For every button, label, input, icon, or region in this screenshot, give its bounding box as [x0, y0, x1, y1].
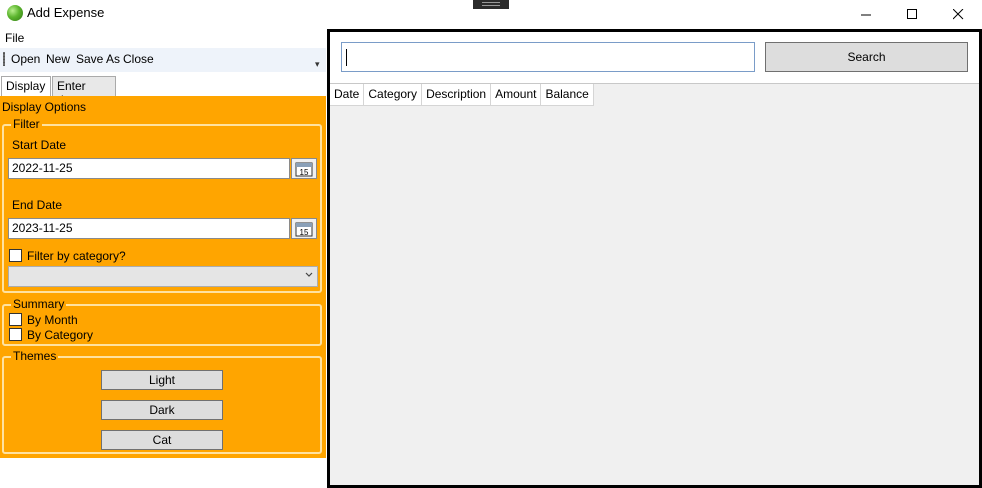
filter-category-label[interactable]: Filter by category? [27, 249, 126, 263]
search-button[interactable]: Search [765, 42, 968, 72]
end-date-label: End Date [12, 198, 63, 212]
toolbar-grip-icon[interactable] [3, 52, 5, 66]
toolbar-overflow-icon[interactable]: ▾ [315, 59, 320, 70]
close-window-button[interactable] [935, 0, 981, 28]
by-category-label[interactable]: By Category [27, 328, 93, 342]
calendar-day-text: 15 [300, 168, 309, 177]
column-header-amount[interactable]: Amount [491, 84, 542, 106]
calendar-icon: 15 [295, 162, 313, 177]
start-date-calendar-button[interactable]: 15 [291, 158, 317, 179]
theme-light-button[interactable]: Light [101, 370, 223, 390]
close-icon [952, 8, 963, 19]
column-header-description[interactable]: Description [422, 84, 492, 106]
grid-header: Date Category Description Amount Balance [330, 84, 594, 106]
panel-heading: Display Options [2, 100, 87, 114]
title-bar[interactable]: Add Expense [0, 0, 982, 28]
end-date-input[interactable]: 2023-11-25 [8, 218, 290, 239]
summary-group: Summary By Month By Category [2, 297, 322, 346]
minimize-button[interactable] [843, 0, 889, 28]
open-button[interactable]: Open [11, 52, 40, 66]
search-input[interactable] [341, 42, 755, 72]
calendar-icon: 15 [295, 222, 313, 237]
toolbar: Open New Save As Close ▾ [0, 48, 326, 72]
chevron-down-icon [305, 272, 313, 277]
column-header-date[interactable]: Date [330, 84, 365, 106]
display-options-panel: Display Options Filter Start Date 2022-1… [0, 96, 326, 458]
maximize-icon [906, 8, 917, 19]
new-button[interactable]: New [46, 52, 70, 66]
column-header-balance[interactable]: Balance [541, 84, 594, 106]
menu-bar: File [0, 29, 326, 47]
by-month-label[interactable]: By Month [27, 313, 78, 327]
expense-grid[interactable]: Date Category Description Amount Balance [330, 83, 979, 485]
themes-group: Themes Light Dark Cat [2, 349, 322, 454]
filter-group-title: Filter [11, 117, 42, 131]
filter-category-checkbox[interactable] [9, 249, 22, 262]
menu-file[interactable]: File [5, 31, 24, 45]
theme-dark-button[interactable]: Dark [101, 400, 223, 420]
theme-cat-button[interactable]: Cat [101, 430, 223, 450]
by-category-checkbox[interactable] [9, 328, 22, 341]
by-month-checkbox[interactable] [9, 313, 22, 326]
text-caret [346, 49, 347, 66]
start-date-label: Start Date [12, 138, 67, 152]
start-date-input[interactable]: 2022-11-25 [8, 158, 290, 179]
app-icon [7, 5, 23, 21]
save-as-button[interactable]: Save As [76, 52, 120, 66]
summary-group-title: Summary [11, 297, 67, 311]
minimize-icon [860, 14, 871, 15]
close-button[interactable]: Close [123, 52, 154, 66]
column-header-category[interactable]: Category [364, 84, 423, 106]
category-combobox[interactable] [8, 266, 318, 287]
results-pane: Search Date Category Description Amount … [327, 29, 982, 488]
window-title: Add Expense [27, 5, 105, 20]
themes-group-title: Themes [11, 349, 59, 363]
calendar-day-text: 15 [300, 228, 309, 237]
maximize-button[interactable] [889, 0, 935, 28]
end-date-calendar-button[interactable]: 15 [291, 218, 317, 239]
drag-grip-icon[interactable] [473, 0, 509, 9]
filter-group: Filter Start Date 2022-11-25 15 End Date… [2, 117, 322, 293]
tab-enter-data[interactable]: Enter data [52, 76, 116, 107]
tab-display[interactable]: Display [1, 76, 51, 96]
